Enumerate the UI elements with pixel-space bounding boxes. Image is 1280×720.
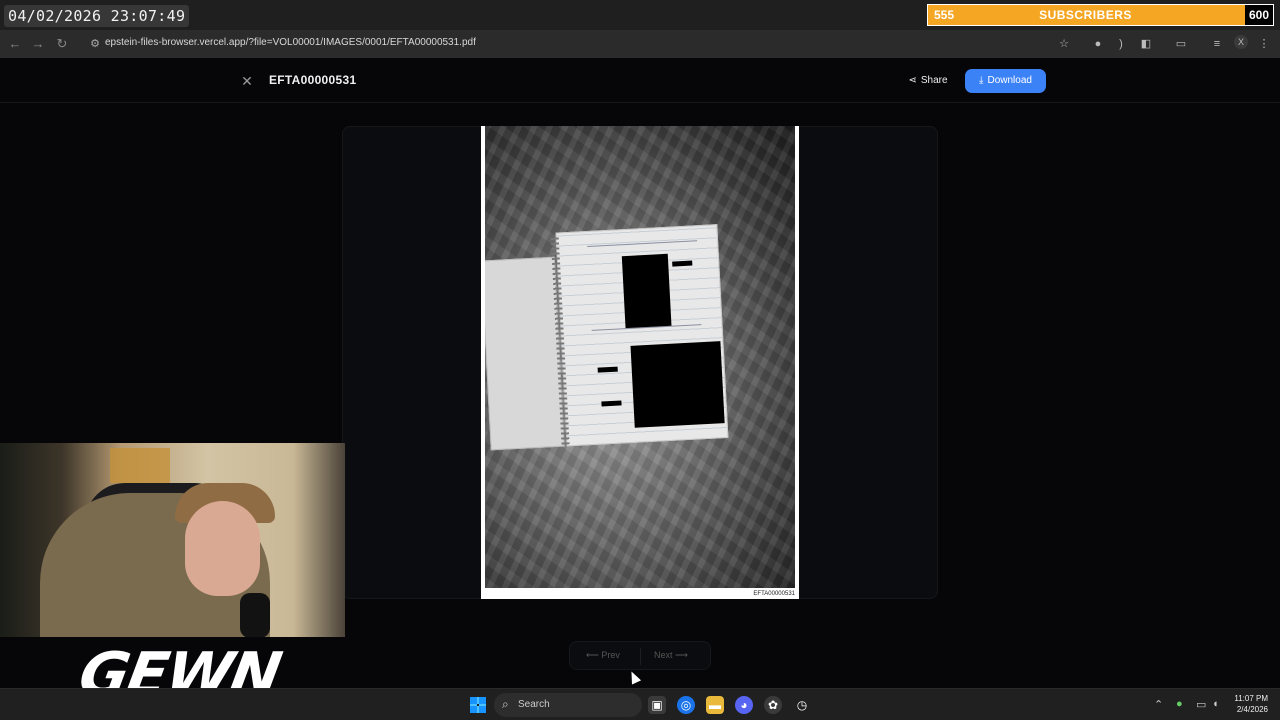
menu-dots-icon[interactable]: ⋮ <box>1256 36 1272 52</box>
forward-icon[interactable]: → <box>29 35 47 53</box>
arrow-right-icon: ⟶ <box>672 650 688 660</box>
chrome-icon[interactable]: ◎ <box>677 696 695 714</box>
clock-date: 2/4/2026 <box>1236 705 1268 714</box>
tray-overflow-icon[interactable]: ⌃ <box>1154 698 1163 711</box>
clock-time: 11:07 PM <box>1234 694 1268 703</box>
site-info-icon[interactable]: ⚙ <box>88 37 102 51</box>
file-explorer-icon[interactable]: ▬ <box>706 696 724 714</box>
streamer-face <box>185 501 260 596</box>
stream-datetime-overlay: 04/02/2026 23:07:49 <box>4 5 190 27</box>
network-icon[interactable]: ▭ <box>1196 698 1206 711</box>
volume-icon[interactable]: ◖ <box>1212 698 1219 710</box>
notebook-image <box>485 220 739 455</box>
wall-poster <box>110 448 170 483</box>
subscriber-goal-bar: 555 SUBSCRIBERS 600 <box>927 4 1274 26</box>
task-view-icon[interactable]: ▣ <box>648 696 666 714</box>
cast-icon[interactable]: ▭ <box>1173 36 1189 52</box>
read-aloud-icon[interactable]: ) <box>1113 36 1129 52</box>
clock-app-icon[interactable]: ◷ <box>793 696 811 714</box>
extension-icon[interactable]: ● <box>1090 36 1106 52</box>
download-icon: ⤓ <box>979 75 984 86</box>
page-navigation: ⟵ Prev Next ⟶ <box>569 641 711 670</box>
media-controls-icon[interactable]: ≡ <box>1209 36 1225 52</box>
bookmark-star-icon[interactable]: ☆ <box>1056 36 1072 52</box>
mouse-cursor-icon <box>626 669 642 685</box>
system-clock[interactable]: 11:07 PM 2/4/2026 <box>1226 693 1268 715</box>
tab-strip: 04/02/2026 23:07:49 555 SUBSCRIBERS 600 <box>0 0 1280 30</box>
microphone-icon[interactable]: ● <box>1176 698 1183 710</box>
share-button[interactable]: ⋖ Share <box>898 69 958 93</box>
search-icon: ⌕ <box>502 697 509 711</box>
webcam-overlay <box>0 443 345 637</box>
redaction-bar <box>597 366 618 373</box>
search-placeholder: Search <box>518 699 550 710</box>
handwriting <box>587 240 698 251</box>
document-page: EFTA00000531 <box>481 126 799 599</box>
pager-divider <box>640 648 641 665</box>
viewer-header: ✕ EFTA00000531 ⋖ Share ⤓ Download <box>0 58 1280 103</box>
close-icon[interactable]: ✕ <box>238 72 256 90</box>
arrow-left-icon: ⟵ <box>586 650 602 660</box>
next-label: Next <box>654 650 673 660</box>
prev-label: Prev <box>601 650 620 660</box>
address-bar[interactable]: ⚙ epstein-files-browser.vercel.app/?file… <box>80 32 1080 56</box>
download-label: Download <box>987 75 1032 86</box>
prev-button[interactable]: ⟵ Prev <box>586 650 620 661</box>
share-icon: ⋖ <box>908 75 917 86</box>
extensions-puzzle-icon[interactable]: ◧ <box>1138 36 1154 52</box>
discord-icon[interactable]: ◕ <box>735 696 753 714</box>
share-label: Share <box>920 75 948 86</box>
microphone <box>240 593 270 637</box>
taskbar: ⌕ Search ▣ ◎ ▬ ◕ ✿ ◷ ⌃ ● ▭ ◖ 11:07 PM 2/… <box>0 688 1280 720</box>
subscriber-label: SUBSCRIBERS <box>1039 8 1132 22</box>
next-button[interactable]: Next ⟶ <box>654 650 688 661</box>
redaction-block <box>621 253 672 329</box>
redaction-bar <box>601 400 622 407</box>
profile-avatar[interactable]: X <box>1234 35 1248 49</box>
app-icon[interactable]: ✿ <box>764 696 782 714</box>
download-button[interactable]: ⤓ Download <box>965 69 1046 93</box>
subscriber-goal: 600 <box>1245 5 1273 25</box>
windows-start-icon[interactable] <box>470 697 486 713</box>
document-bates-stamp: EFTA00000531 <box>753 591 795 597</box>
reload-icon[interactable]: ↻ <box>53 35 71 53</box>
url-text[interactable]: epstein-files-browser.vercel.app/?file=V… <box>105 37 476 48</box>
notebook-right-page <box>555 224 729 447</box>
redaction-bar <box>672 260 693 267</box>
redaction-block <box>630 341 725 428</box>
browser-toolbar: ← → ↻ ⚙ epstein-files-browser.vercel.app… <box>0 30 1280 58</box>
evidence-photo <box>485 126 795 588</box>
taskbar-search[interactable]: ⌕ Search <box>494 693 642 717</box>
back-icon[interactable]: ← <box>6 35 24 53</box>
file-title: EFTA00000531 <box>269 73 357 87</box>
